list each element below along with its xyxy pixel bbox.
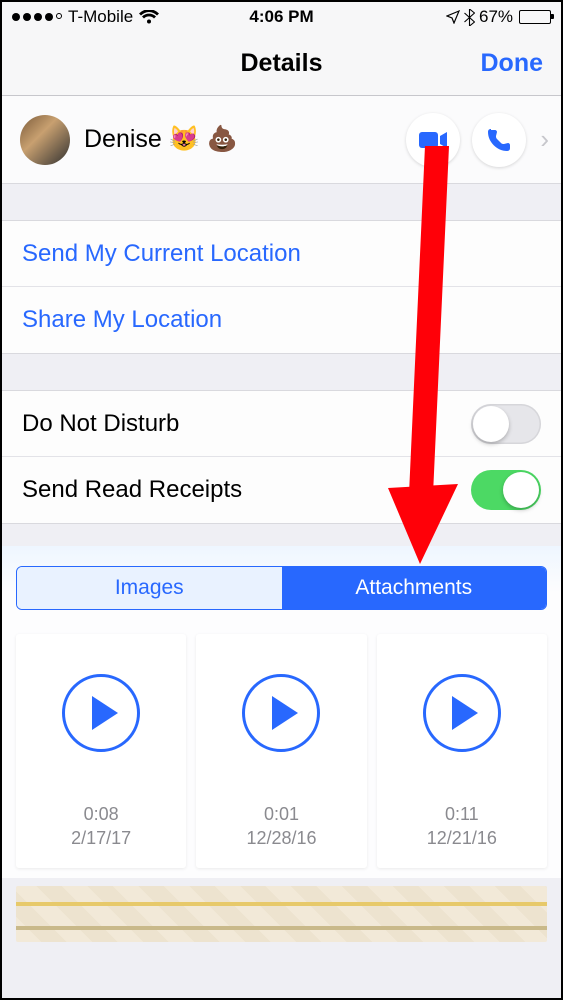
share-my-location-label: Share My Location — [22, 306, 222, 334]
do-not-disturb-label: Do Not Disturb — [22, 410, 471, 438]
tab-attachments[interactable]: Attachments — [282, 567, 547, 609]
battery-pct: 67% — [479, 7, 513, 27]
attachment-item[interactable]: 0:08 2/17/17 — [16, 634, 186, 868]
phone-icon — [486, 127, 512, 153]
avatar — [20, 115, 70, 165]
attachment-date: 2/17/17 — [71, 827, 131, 850]
clock: 4:06 PM — [192, 7, 372, 27]
send-current-location-label: Send My Current Location — [22, 240, 301, 268]
carrier-label: T-Mobile — [68, 7, 133, 27]
play-icon — [242, 674, 320, 752]
share-my-location-button[interactable]: Share My Location — [2, 287, 561, 353]
media-section: Images Attachments — [2, 546, 561, 624]
location-icon — [446, 10, 460, 24]
bluetooth-icon — [464, 9, 475, 26]
media-segmented-control: Images Attachments — [16, 566, 547, 610]
battery-icon — [519, 10, 551, 24]
play-icon — [423, 674, 501, 752]
nav-bar: Details Done — [2, 32, 561, 96]
contact-row[interactable]: Denise 😻 💩 › — [2, 96, 561, 184]
attachments-grid: 0:08 2/17/17 0:01 12/28/16 0:11 12/21/16 — [2, 624, 561, 878]
tab-images[interactable]: Images — [17, 567, 282, 609]
video-call-button[interactable] — [406, 113, 460, 167]
play-icon — [62, 674, 140, 752]
send-read-receipts-row: Send Read Receipts — [2, 457, 561, 523]
send-read-receipts-label: Send Read Receipts — [22, 476, 471, 504]
attachment-date: 12/21/16 — [427, 827, 497, 850]
chevron-right-icon: › — [540, 124, 549, 155]
signal-strength-icon — [12, 13, 62, 21]
wifi-icon — [139, 10, 159, 25]
done-button[interactable]: Done — [481, 49, 544, 78]
attachment-duration: 0:01 — [246, 803, 316, 826]
attachment-duration: 0:08 — [71, 803, 131, 826]
attachment-duration: 0:11 — [427, 803, 497, 826]
do-not-disturb-toggle[interactable] — [471, 404, 541, 444]
do-not-disturb-row: Do Not Disturb — [2, 391, 561, 457]
location-group: Send My Current Location Share My Locati… — [2, 220, 561, 354]
video-icon — [418, 130, 448, 150]
send-current-location-button[interactable]: Send My Current Location — [2, 221, 561, 287]
attachment-date: 12/28/16 — [246, 827, 316, 850]
map-attachment[interactable] — [16, 886, 547, 942]
contact-name: Denise 😻 💩 — [84, 125, 394, 154]
settings-group: Do Not Disturb Send Read Receipts — [2, 390, 561, 524]
attachment-item[interactable]: 0:01 12/28/16 — [196, 634, 366, 868]
attachment-item[interactable]: 0:11 12/21/16 — [377, 634, 547, 868]
status-bar: T-Mobile 4:06 PM 67% — [2, 2, 561, 32]
page-title: Details — [2, 49, 561, 78]
audio-call-button[interactable] — [472, 113, 526, 167]
send-read-receipts-toggle[interactable] — [471, 470, 541, 510]
